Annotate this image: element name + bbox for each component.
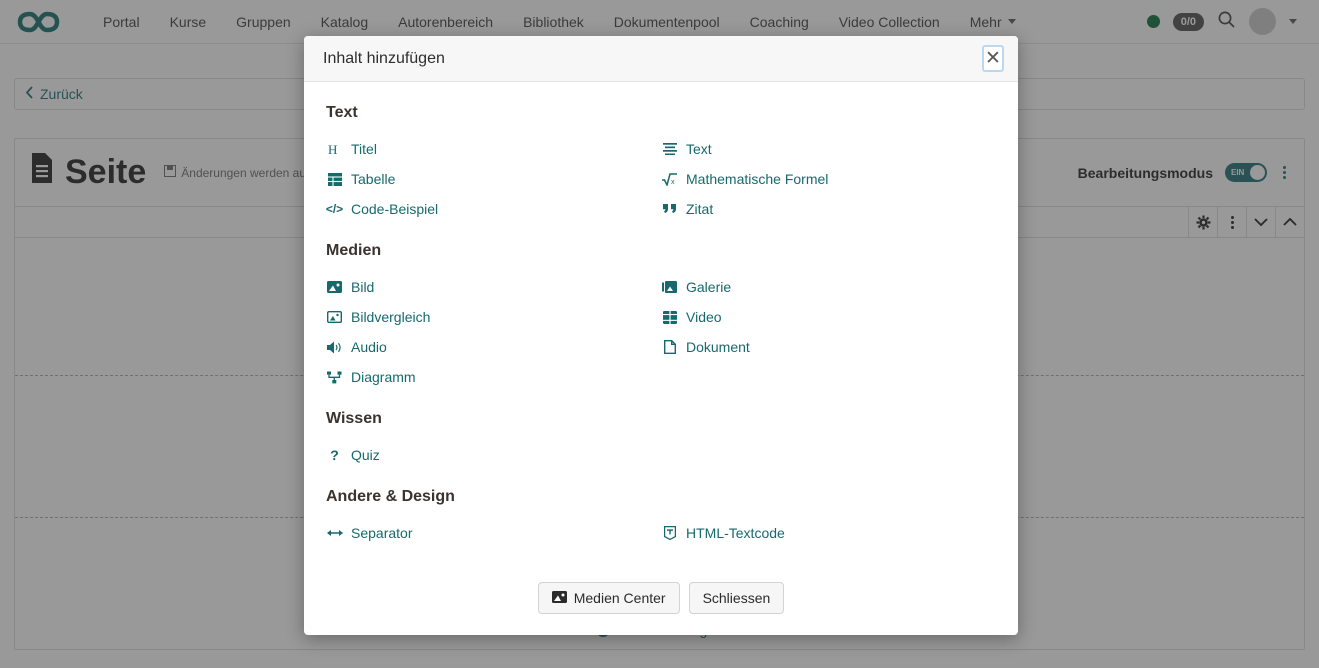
formula-icon: x: [661, 173, 678, 186]
section-title-text: Text: [326, 104, 996, 122]
content-item-label: Mathematische Formel: [686, 171, 828, 187]
close-modal-button-label: Schliessen: [703, 590, 771, 606]
content-item-zitat[interactable]: Zitat: [661, 194, 996, 224]
video-icon: [661, 311, 678, 324]
modal-body: Text H Titel Text: [304, 82, 1018, 561]
image-icon: [552, 590, 567, 606]
add-content-modal: Inhalt hinzufügen ✕ Text H Titel: [304, 36, 1018, 635]
content-item-label: Titel: [351, 141, 377, 157]
image-icon: [326, 281, 343, 293]
content-item-bildvergleich[interactable]: Bildvergleich: [326, 302, 661, 332]
content-item-code-beispiel[interactable]: </> Code-Beispiel: [326, 194, 661, 224]
content-item-bild[interactable]: Bild: [326, 272, 661, 302]
audio-icon: [326, 341, 343, 354]
content-item-dokument[interactable]: Dokument: [661, 332, 996, 362]
content-item-label: Dokument: [686, 339, 750, 355]
section-items-andere-design: Separator HTML-Textcode: [326, 518, 996, 548]
media-center-button-label: Medien Center: [574, 590, 666, 606]
content-item-label: Video: [686, 309, 722, 325]
quote-icon: [661, 204, 678, 215]
code-icon: </>: [326, 202, 343, 216]
content-item-html-textcode[interactable]: HTML-Textcode: [661, 518, 996, 548]
file-icon: [661, 340, 678, 354]
close-modal-button[interactable]: Schliessen: [689, 582, 785, 614]
content-item-mathematische-formel[interactable]: x Mathematische Formel: [661, 164, 996, 194]
content-item-label: Galerie: [686, 279, 731, 295]
modal-header: Inhalt hinzufügen ✕: [304, 36, 1018, 82]
section-items-medien: Bild Galerie: [326, 272, 996, 392]
chart-icon: [326, 371, 343, 384]
media-center-button[interactable]: Medien Center: [538, 582, 680, 614]
section-title-wissen: Wissen: [326, 410, 996, 428]
content-item-label: HTML-Textcode: [686, 525, 785, 541]
content-item-label: Separator: [351, 525, 412, 541]
content-item-label: Audio: [351, 339, 387, 355]
content-item-galerie[interactable]: Galerie: [661, 272, 996, 302]
content-item-label: Bildvergleich: [351, 309, 430, 325]
close-icon[interactable]: ✕: [982, 45, 1004, 72]
content-item-label: Quiz: [351, 447, 380, 463]
question-mark-icon: ?: [326, 447, 343, 463]
heading-icon: H: [326, 143, 343, 156]
content-item-label: Text: [686, 141, 712, 157]
content-item-video[interactable]: Video: [661, 302, 996, 332]
content-item-text[interactable]: Text: [661, 134, 996, 164]
content-item-label: Diagramm: [351, 369, 416, 385]
image-compare-icon: [326, 311, 343, 323]
content-item-quiz[interactable]: ? Quiz: [326, 440, 661, 470]
content-item-label: Code-Beispiel: [351, 201, 438, 217]
section-items-text: H Titel Text: [326, 134, 996, 224]
svg-text:x: x: [671, 179, 675, 186]
table-icon: [326, 173, 343, 186]
content-item-label: Bild: [351, 279, 374, 295]
content-item-tabelle[interactable]: Tabelle: [326, 164, 661, 194]
content-item-separator[interactable]: Separator: [326, 518, 661, 548]
arrows-horizontal-icon: [326, 528, 343, 538]
content-item-titel[interactable]: H Titel: [326, 134, 661, 164]
content-item-diagramm[interactable]: Diagramm: [326, 362, 661, 392]
section-title-medien: Medien: [326, 242, 996, 260]
content-item-audio[interactable]: Audio: [326, 332, 661, 362]
text-lines-icon: [661, 143, 678, 155]
modal-title: Inhalt hinzufügen: [323, 50, 445, 68]
gallery-icon: [661, 281, 678, 293]
app-root: Portal Kurse Gruppen Katalog Autorenbere…: [0, 0, 1319, 668]
content-item-label: Zitat: [686, 201, 713, 217]
modal-footer: Medien Center Schliessen: [304, 561, 1018, 635]
section-items-wissen: ? Quiz: [326, 440, 996, 470]
section-title-andere-design: Andere & Design: [326, 488, 996, 506]
html5-icon: [661, 526, 678, 540]
svg-text:H: H: [328, 143, 337, 156]
content-item-label: Tabelle: [351, 171, 395, 187]
